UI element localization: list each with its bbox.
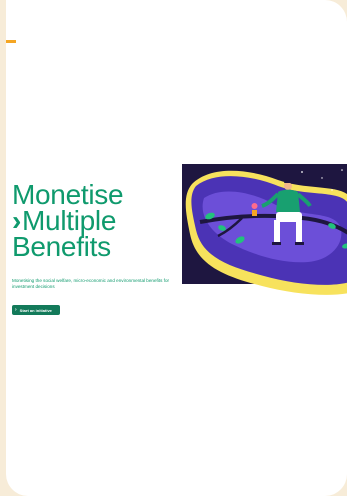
star bbox=[321, 177, 323, 179]
accent-bar bbox=[6, 40, 16, 43]
person-leg bbox=[274, 220, 280, 242]
person-shoe bbox=[295, 242, 304, 245]
person-sitting-on-tree-illustration bbox=[182, 164, 347, 295]
page-card: Monetise ›Multiple Benefits Monetising t… bbox=[6, 0, 347, 496]
start-initiative-button[interactable]: › Start an initiative bbox=[12, 305, 60, 315]
person-shoe bbox=[272, 242, 281, 245]
star bbox=[341, 169, 343, 171]
plant-flower bbox=[251, 203, 258, 209]
chevron-right-icon: › bbox=[15, 306, 17, 313]
plant-pot bbox=[252, 210, 257, 216]
hero-title: Monetise ›Multiple Benefits bbox=[12, 181, 124, 262]
person-torso bbox=[276, 189, 300, 212]
hero-subtitle: Monetising the social welfare, micro-eco… bbox=[12, 278, 170, 289]
star bbox=[301, 171, 303, 173]
star bbox=[331, 189, 333, 191]
person-leg bbox=[296, 220, 302, 242]
start-initiative-label: Start an initiative bbox=[19, 307, 52, 313]
hero-title-line-3: Benefits bbox=[12, 231, 111, 262]
